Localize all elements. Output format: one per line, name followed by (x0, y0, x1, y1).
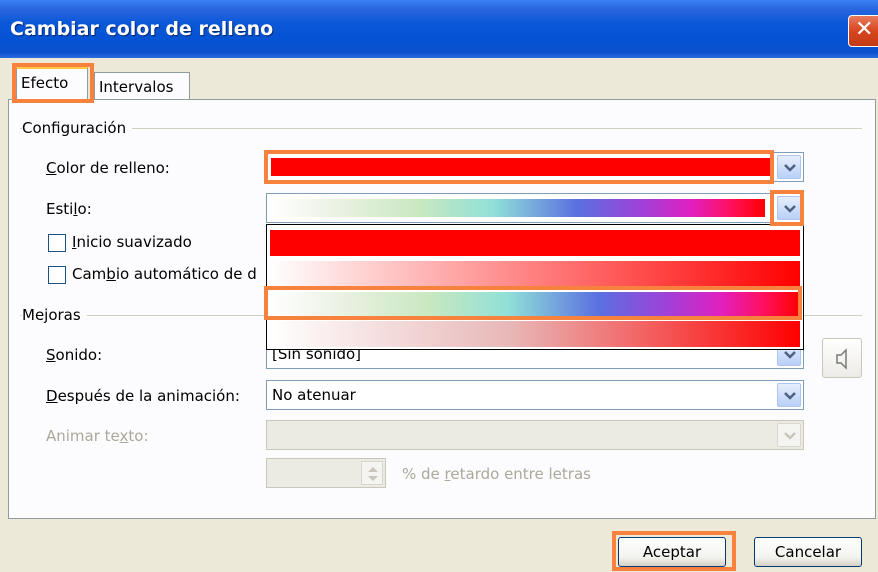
fill-color-combo[interactable] (266, 152, 804, 182)
sound-label-accel: S (46, 346, 56, 364)
cancel-button[interactable]: Cancelar (754, 537, 862, 567)
sound-preview-button[interactable] (822, 338, 862, 378)
title-bar: Cambiar color de relleno ✕ (0, 0, 878, 58)
style-dropdown-button[interactable] (777, 196, 801, 220)
ok-button[interactable]: Aceptar (618, 537, 726, 567)
sound-label: Sonido: (46, 346, 102, 364)
auto-change-post: io automático de d (115, 265, 257, 283)
chevron-down-icon (784, 432, 796, 440)
chevron-down-icon (784, 164, 796, 172)
group-divider-configuracion (20, 128, 862, 129)
animate-text-dropdown-button[interactable] (777, 423, 801, 447)
chevron-down-icon (784, 351, 796, 359)
fill-color-dropdown-button[interactable] (777, 155, 801, 179)
group-label-configuracion: Configuración (22, 119, 133, 137)
after-animation-dropdown-button[interactable] (777, 383, 801, 407)
auto-change-label: Cambio automático de d (72, 265, 257, 283)
style-dropdown-list (266, 224, 804, 350)
tab-efecto[interactable]: Efecto (16, 67, 88, 100)
fill-color-label-rest: olor de relleno: (56, 159, 170, 177)
speaker-icon (836, 348, 847, 370)
window-title: Cambiar color de relleno (10, 18, 274, 40)
auto-change-accel: b (106, 265, 116, 283)
cancel-button-label: Cancelar (774, 543, 842, 561)
spinner-arrows-icon (368, 467, 378, 481)
sound-label-rest: onido: (55, 346, 103, 364)
animate-text-pre: Animar te (46, 427, 120, 445)
after-animation-rest: espués de la animación: (57, 387, 240, 405)
spinner-buttons[interactable] (361, 461, 383, 485)
letter-delay-pre: % de (402, 465, 445, 483)
style-option-white-to-red-soft[interactable] (270, 321, 800, 347)
letter-delay-spinner[interactable] (266, 458, 386, 488)
auto-change-checkbox[interactable] (48, 266, 66, 284)
auto-change-pre: Cam (72, 265, 107, 283)
fill-color-swatch (271, 158, 771, 176)
style-combo[interactable] (266, 193, 804, 223)
style-label-post: o: (77, 200, 92, 218)
style-option-white-to-red[interactable] (270, 261, 800, 287)
ok-button-label: Aceptar (642, 543, 702, 561)
fill-color-label: Color de relleno: (46, 159, 170, 177)
smooth-start-label: Inicio suavizado (72, 233, 192, 251)
style-label: Estilo: (46, 200, 92, 218)
style-label-pre: Esti (46, 200, 74, 218)
animate-text-post: to: (128, 427, 149, 445)
style-option-solid-red[interactable] (270, 230, 800, 256)
chevron-down-icon (784, 392, 796, 400)
animate-text-combo[interactable] (266, 420, 804, 450)
animate-text-label: Animar texto: (46, 427, 149, 445)
close-icon: ✕ (855, 17, 874, 42)
after-animation-value: No atenuar (272, 386, 356, 404)
chevron-down-icon (784, 205, 796, 213)
smooth-start-checkbox[interactable] (48, 234, 66, 252)
letter-delay-label: % de retardo entre letras (402, 465, 591, 483)
after-animation-combo[interactable]: No atenuar (266, 380, 804, 410)
tab-intervalos-label: Intervalos (99, 78, 174, 96)
style-option-rainbow[interactable] (270, 292, 800, 318)
after-animation-accel: D (46, 387, 58, 405)
letter-delay-post: etardo entre letras (450, 465, 591, 483)
close-button[interactable]: ✕ (848, 15, 878, 47)
tab-intervalos[interactable]: Intervalos (94, 72, 190, 100)
fill-color-label-accel: C (46, 159, 57, 177)
group-label-mejoras: Mejoras (22, 306, 87, 324)
style-current-swatch (271, 199, 765, 217)
tab-efecto-label: Efecto (21, 74, 69, 92)
after-animation-label: Después de la animación: (46, 387, 240, 405)
smooth-start-rest: nicio suavizado (76, 233, 192, 251)
